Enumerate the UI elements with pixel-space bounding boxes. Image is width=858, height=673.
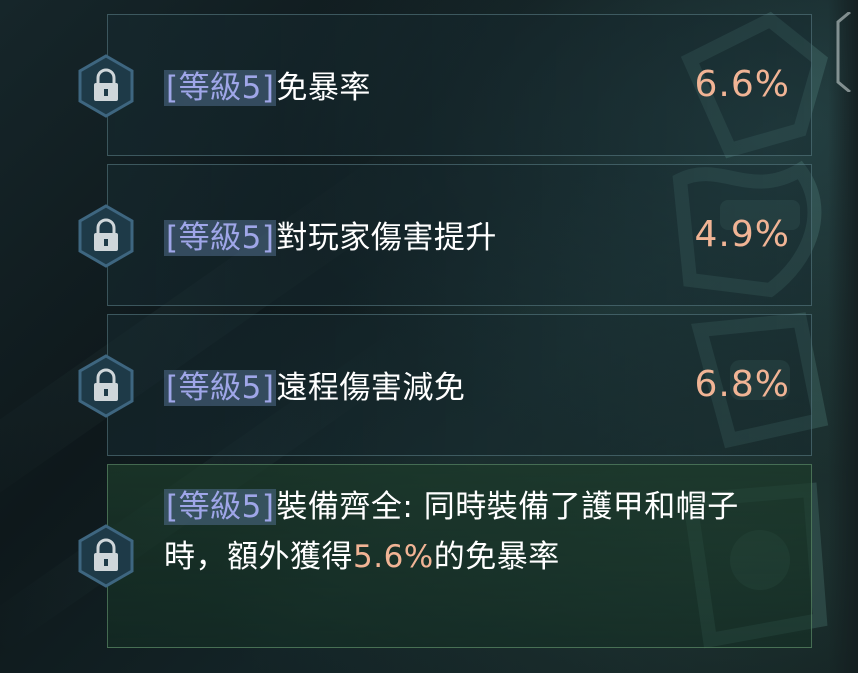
attribute-name: 免暴率 <box>276 70 371 106</box>
attribute-name: 對玩家傷害提升 <box>276 220 497 256</box>
attribute-label-1: [等級5]免暴率 <box>164 62 371 107</box>
set-bonus-text-end: 的免暴率 <box>433 539 560 575</box>
lock-icon <box>78 524 134 588</box>
attribute-value-3: 6.8% <box>694 364 790 405</box>
set-bonus-description: [等級5]裝備齊全: 同時裝備了護甲和帽子時，額外獲得5.6%的免暴率 <box>164 482 754 582</box>
lock-icon <box>78 354 134 418</box>
level-tag: [等級5] <box>164 489 277 525</box>
level-tag: [等級5] <box>164 70 277 106</box>
attribute-value-1: 6.6% <box>694 64 790 105</box>
attribute-value-2: 4.9% <box>694 214 790 255</box>
lock-icon <box>78 204 134 268</box>
right-edge-shade <box>828 0 858 673</box>
scroll-handle-icon[interactable] <box>834 12 854 92</box>
lock-icon <box>78 54 134 118</box>
attribute-label-2: [等級5]對玩家傷害提升 <box>164 212 497 257</box>
level-tag: [等級5] <box>164 370 277 406</box>
attribute-name: 遠程傷害減免 <box>276 370 466 406</box>
attribute-label-3: [等級5]遠程傷害減免 <box>164 362 465 407</box>
set-bonus-value: 5.6% <box>353 539 434 575</box>
level-tag: [等級5] <box>164 220 277 256</box>
